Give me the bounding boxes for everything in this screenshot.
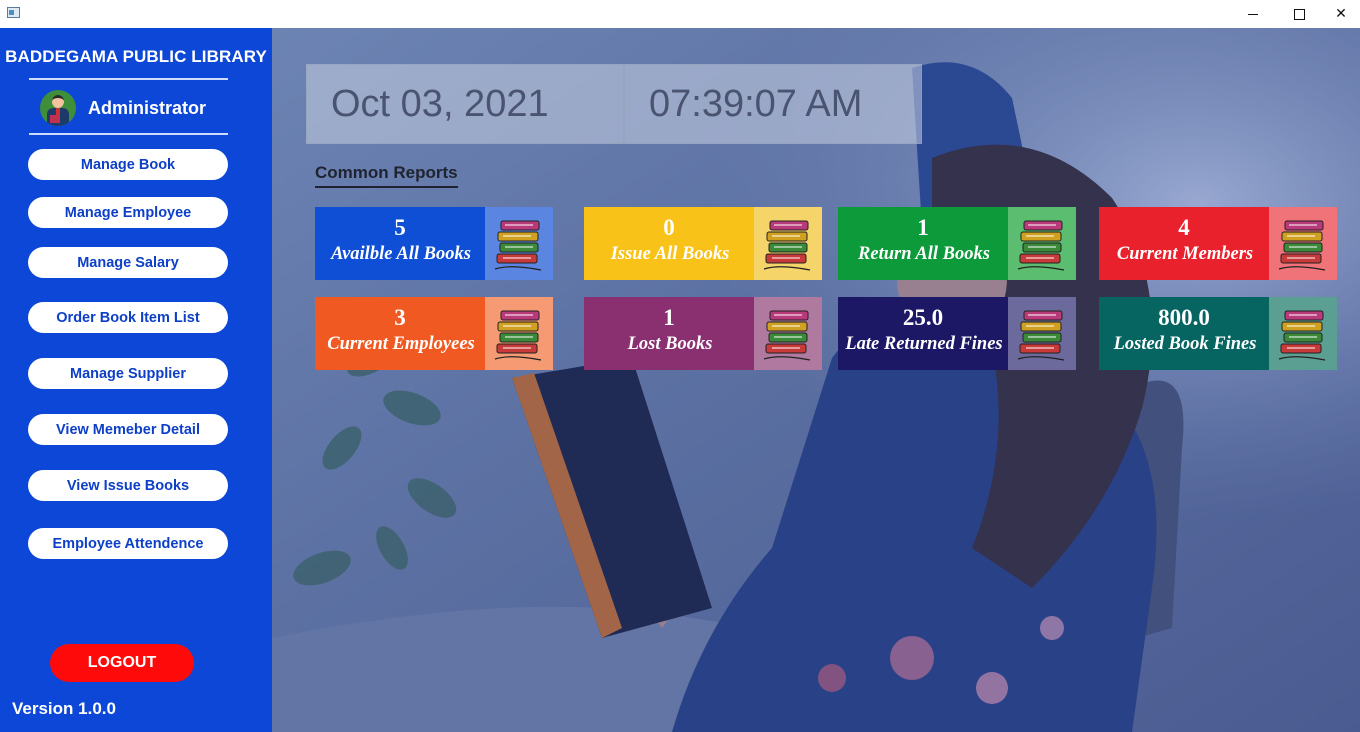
logout-button[interactable]: LOGOUT xyxy=(50,644,194,682)
books-icon xyxy=(754,297,822,370)
card-label: Losted Book Fines xyxy=(1113,334,1257,354)
books-icon xyxy=(1269,207,1337,280)
order-book-item-list-button[interactable]: Order Book Item List xyxy=(28,302,228,333)
books-icon xyxy=(1008,297,1076,370)
common-reports-heading: Common Reports xyxy=(315,163,458,188)
employee-attendence-button[interactable]: Employee Attendence xyxy=(28,528,228,559)
books-icon xyxy=(485,207,553,280)
time-display: 07:39:07 AM xyxy=(624,64,922,144)
manage-employee-button[interactable]: Manage Employee xyxy=(28,197,228,228)
card-value: 3 xyxy=(394,305,406,330)
minimize-icon[interactable] xyxy=(1230,0,1276,28)
date-display: Oct 03, 2021 xyxy=(306,64,624,144)
app-icon xyxy=(7,7,20,18)
manage-book-button[interactable]: Manage Book xyxy=(28,149,228,180)
losted-book-fines-card[interactable]: 800.0 Losted Book Fines xyxy=(1099,297,1337,370)
lost-books-card[interactable]: 1 Lost Books xyxy=(584,297,822,370)
card-value: 0 xyxy=(663,215,675,240)
card-label: Availble All Books xyxy=(331,244,471,264)
user-role: Administrator xyxy=(88,98,207,118)
return-books-card[interactable]: 1 Return All Books xyxy=(838,207,1076,280)
card-value: 5 xyxy=(394,215,406,240)
manage-salary-button[interactable]: Manage Salary xyxy=(28,247,228,278)
books-icon xyxy=(485,297,553,370)
maximize-icon[interactable] xyxy=(1276,0,1322,28)
available-books-card[interactable]: 5 Availble All Books xyxy=(315,207,553,280)
current-members-card[interactable]: 4 Current Members xyxy=(1099,207,1337,280)
card-label: Current Employees xyxy=(327,334,475,354)
current-employees-card[interactable]: 3 Current Employees xyxy=(315,297,553,370)
divider xyxy=(29,78,228,80)
books-icon xyxy=(754,207,822,280)
window-title-bar: ✕ xyxy=(0,0,1360,28)
books-icon xyxy=(1008,207,1076,280)
card-value: 800.0 xyxy=(1158,305,1210,330)
user-avatar-icon xyxy=(40,90,76,126)
dashboard-main: Oct 03, 2021 07:39:07 AM Common Reports … xyxy=(272,28,1360,732)
card-label: Late Returned Fines xyxy=(845,334,1003,354)
card-value: 1 xyxy=(663,305,675,330)
late-returned-fines-card[interactable]: 25.0 Late Returned Fines xyxy=(838,297,1076,370)
card-value: 4 xyxy=(1178,215,1190,240)
books-icon xyxy=(1269,297,1337,370)
card-label: Issue All Books xyxy=(610,244,730,264)
card-label: Return All Books xyxy=(858,244,990,264)
card-value: 1 xyxy=(917,215,929,240)
version-label: Version 1.0.0 xyxy=(12,699,116,718)
divider xyxy=(29,133,228,135)
card-label: Lost Books xyxy=(627,334,713,354)
view-issue-books-button[interactable]: View Issue Books xyxy=(28,470,228,501)
close-icon[interactable]: ✕ xyxy=(1318,0,1360,28)
sidebar: BADDEGAMA PUBLIC LIBRARY Administrator M… xyxy=(0,28,272,732)
card-value: 25.0 xyxy=(902,305,944,330)
view-member-detail-button[interactable]: View Memeber Detail xyxy=(28,414,228,445)
library-title: BADDEGAMA PUBLIC LIBRARY xyxy=(5,47,267,66)
card-label: Current Members xyxy=(1116,244,1254,264)
manage-supplier-button[interactable]: Manage Supplier xyxy=(28,358,228,389)
issue-books-card[interactable]: 0 Issue All Books xyxy=(584,207,822,280)
